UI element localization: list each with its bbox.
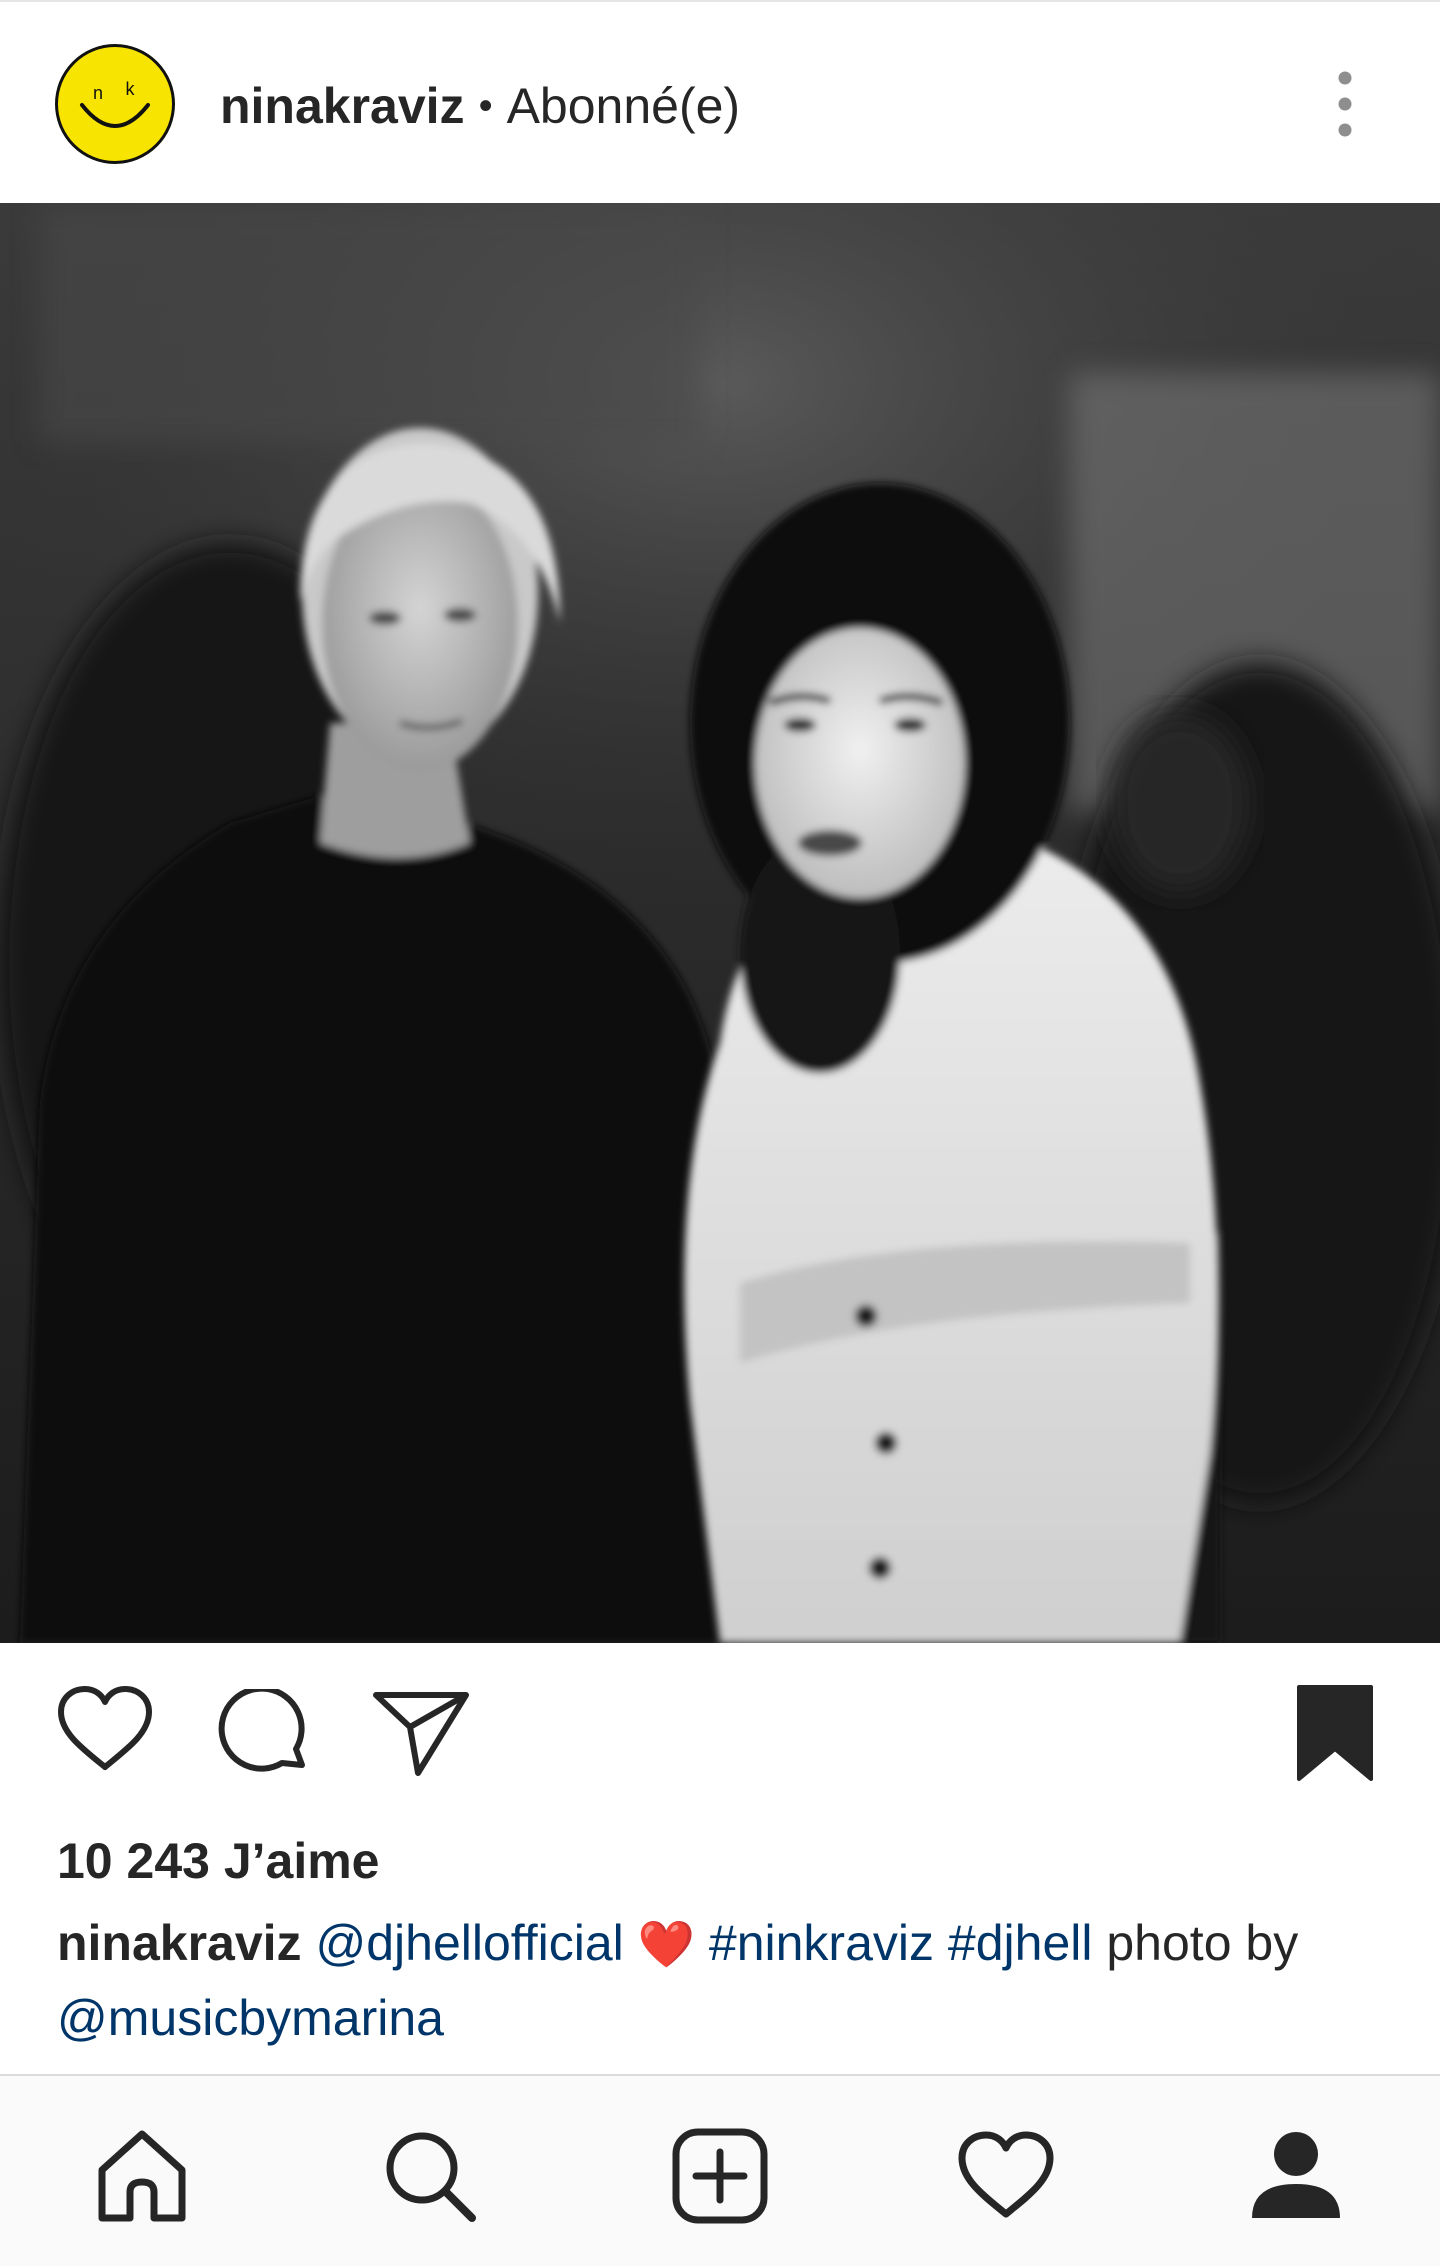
comment-icon <box>218 1689 305 1772</box>
nav-add-post-button[interactable] <box>670 2126 770 2226</box>
caption-hashtag-ninkraviz[interactable]: #ninkraviz <box>709 1915 934 1971</box>
smiley-logo-icon: n k <box>80 79 150 128</box>
send-icon <box>373 1692 469 1776</box>
caption-text: photo by <box>1106 1915 1299 1971</box>
share-button[interactable] <box>372 1687 472 1777</box>
follow-status[interactable]: Abonné(e) <box>507 74 741 138</box>
more-options-button[interactable] <box>1320 64 1370 144</box>
more-vertical-icon <box>1338 71 1352 137</box>
save-button[interactable] <box>1295 1683 1375 1783</box>
heart-icon <box>58 1686 152 1770</box>
nav-activity-button[interactable] <box>956 2126 1056 2226</box>
bookmark-icon <box>1297 1685 1373 1781</box>
avatar[interactable]: n k <box>55 44 175 164</box>
caption-heart-emoji: ❤️ <box>637 1918 695 1970</box>
photo-image <box>0 203 1440 1643</box>
nav-home-button[interactable] <box>92 2126 192 2226</box>
post-header: n k ninakraviz • Abonné(e) <box>0 0 1440 203</box>
comment-button[interactable] <box>218 1689 310 1781</box>
profile-icon <box>1252 2132 1340 2218</box>
post-header-text: ninakraviz • Abonné(e) <box>220 74 740 138</box>
post-photo[interactable] <box>0 203 1440 1643</box>
search-icon <box>386 2132 476 2222</box>
bottom-navigation <box>0 2074 1440 2266</box>
post-caption: ninakraviz @djhellofficial ❤️ #ninkraviz… <box>57 1906 1397 2055</box>
separator-dot: • <box>478 84 493 128</box>
caption-username[interactable]: ninakraviz <box>57 1915 302 1971</box>
caption-mention-djhellofficial[interactable]: @djhellofficial <box>315 1915 623 1971</box>
caption-mention-musicbymarina[interactable]: @musicbymarina <box>57 1990 444 2046</box>
nav-profile-button[interactable] <box>1246 2126 1346 2226</box>
post-action-bar <box>0 1643 1440 1823</box>
likes-count[interactable]: 10 243 J’aime <box>57 1826 380 1896</box>
avatar-letter-k: k <box>126 79 136 99</box>
like-button[interactable] <box>55 1685 155 1775</box>
heart-icon <box>958 2131 1054 2218</box>
post-username[interactable]: ninakraviz <box>220 74 465 138</box>
add-post-icon <box>672 2128 768 2224</box>
avatar-letter-n: n <box>93 83 103 103</box>
nav-search-button[interactable] <box>380 2126 480 2226</box>
home-icon <box>98 2130 186 2222</box>
caption-hashtag-djhell[interactable]: #djhell <box>948 1915 1093 1971</box>
